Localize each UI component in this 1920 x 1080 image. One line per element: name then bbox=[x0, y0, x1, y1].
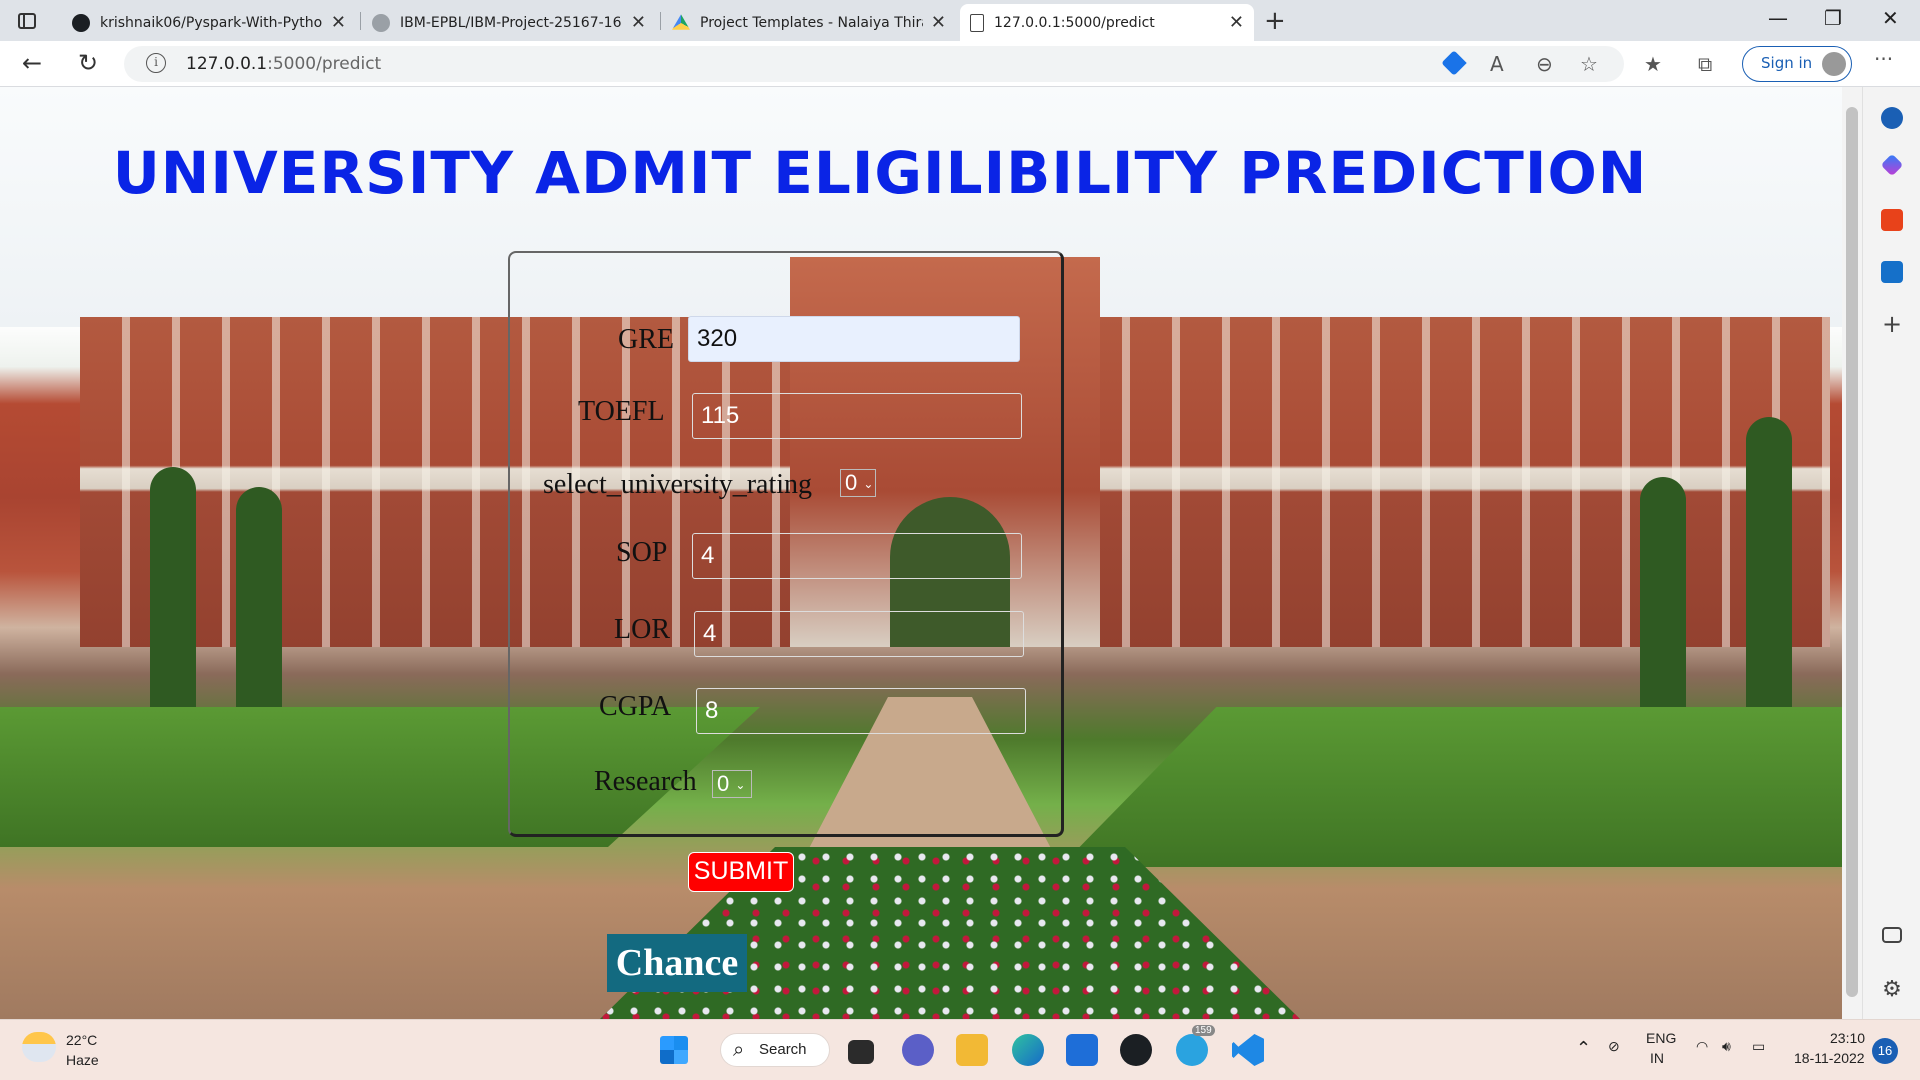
tab-project-templates[interactable]: Project Templates - Nalaiya Thira ✕ bbox=[662, 4, 956, 41]
tab-predict[interactable]: 127.0.0.1:5000/predict ✕ bbox=[960, 4, 1254, 41]
url-host: 127.0.0.1 bbox=[186, 54, 268, 74]
copilot-icon[interactable] bbox=[1880, 153, 1904, 177]
research-label: Research bbox=[594, 766, 697, 797]
chevron-down-icon: ⌄ bbox=[735, 778, 746, 793]
research-select[interactable]: 0 ⌄ bbox=[712, 770, 752, 798]
university-rating-select[interactable]: 0 ⌄ bbox=[840, 469, 876, 497]
weather-icon[interactable] bbox=[22, 1032, 56, 1062]
add-favorite-icon[interactable]: ☆ bbox=[1580, 52, 1598, 76]
clock-time[interactable]: 23:10 bbox=[1830, 1030, 1865, 1046]
page-content: UNIVERSITY ADMIT ELIGILIBILITY PREDICTIO… bbox=[0, 87, 1842, 1019]
address-bar: ← ↻ i 127.0.0.1:5000/predict A ⊖ ☆ ★ ⧉ S… bbox=[0, 41, 1920, 87]
github-desktop-icon[interactable] bbox=[1120, 1034, 1152, 1066]
research-value: 0 bbox=[717, 771, 730, 796]
tab-title: IBM-EPBL/IBM-Project-25167-16 bbox=[400, 14, 622, 31]
close-icon[interactable]: ✕ bbox=[331, 12, 346, 33]
edge-sidebar: + ⚙ bbox=[1862, 87, 1920, 1019]
url-text: 127.0.0.1:5000/predict bbox=[186, 54, 381, 74]
google-drive-icon bbox=[672, 14, 690, 30]
close-icon[interactable]: ✕ bbox=[1229, 12, 1244, 33]
prediction-result: Chance bbox=[607, 934, 747, 992]
url-field[interactable]: i 127.0.0.1:5000/predict bbox=[124, 46, 1624, 82]
github-icon bbox=[372, 13, 390, 32]
tab-title: 127.0.0.1:5000/predict bbox=[994, 14, 1155, 31]
avatar bbox=[1822, 52, 1846, 76]
scrollbar-thumb[interactable] bbox=[1846, 107, 1858, 997]
read-aloud-icon[interactable]: A bbox=[1490, 52, 1504, 76]
new-tab-icon[interactable]: + bbox=[1264, 6, 1286, 36]
add-icon[interactable]: + bbox=[1881, 312, 1903, 336]
cgpa-label: CGPA bbox=[599, 691, 672, 722]
outlook-icon[interactable] bbox=[1881, 261, 1903, 283]
submit-button[interactable]: SUBMIT bbox=[688, 852, 794, 892]
taskbar: 22°C Haze Search 159 ⌃ ⊘ ENG IN ◠ 🔊︎ ▭ 2… bbox=[0, 1019, 1920, 1080]
tab-title: Project Templates - Nalaiya Thira bbox=[700, 14, 923, 31]
document-icon bbox=[970, 13, 984, 32]
language-label[interactable]: ENG bbox=[1646, 1030, 1676, 1046]
sign-in-button[interactable]: Sign in bbox=[1742, 46, 1852, 82]
search-icon[interactable] bbox=[1881, 107, 1903, 129]
tab-bar: krishnaik06/Pyspark-With-Pytho ✕ IBM-EPB… bbox=[0, 0, 1920, 41]
maximize-icon[interactable]: ❐ bbox=[1824, 6, 1842, 30]
toefl-label: TOEFL bbox=[578, 396, 665, 427]
url-path: :5000/predict bbox=[267, 54, 382, 74]
close-icon[interactable]: ✕ bbox=[931, 12, 946, 33]
refresh-icon[interactable]: ↻ bbox=[78, 49, 98, 77]
site-info-icon[interactable]: i bbox=[146, 53, 166, 73]
edge-icon[interactable] bbox=[1012, 1034, 1044, 1066]
network-warning-icon[interactable]: ⊘ bbox=[1608, 1038, 1620, 1055]
zoom-out-icon[interactable]: ⊖ bbox=[1536, 52, 1553, 76]
cgpa-input[interactable]: 8 bbox=[696, 688, 1026, 734]
telegram-badge: 159 bbox=[1192, 1025, 1215, 1036]
lor-label: LOR bbox=[614, 614, 670, 645]
gre-input[interactable]: 320 bbox=[688, 316, 1020, 362]
tab-actions-icon[interactable] bbox=[14, 9, 40, 33]
vscode-icon[interactable] bbox=[1232, 1034, 1264, 1066]
office-icon[interactable] bbox=[1881, 209, 1903, 231]
sop-input[interactable]: 4 bbox=[692, 533, 1022, 579]
task-view-icon[interactable] bbox=[848, 1040, 874, 1064]
favorites-icon[interactable]: ★ bbox=[1644, 52, 1662, 76]
tab-separator bbox=[660, 12, 661, 30]
gre-label: GRE bbox=[618, 324, 674, 355]
chat-icon[interactable] bbox=[902, 1034, 934, 1066]
minimize-icon[interactable]: — bbox=[1768, 6, 1788, 30]
more-icon[interactable]: ··· bbox=[1874, 47, 1893, 71]
region-label[interactable]: IN bbox=[1650, 1050, 1664, 1066]
lor-input[interactable]: 4 bbox=[694, 611, 1024, 657]
tab-title: krishnaik06/Pyspark-With-Pytho bbox=[100, 14, 323, 31]
battery-icon[interactable]: ▭ bbox=[1752, 1038, 1765, 1055]
toefl-input[interactable]: 115 bbox=[692, 393, 1022, 439]
chevron-down-icon: ⌄ bbox=[863, 477, 874, 492]
windows-start-icon[interactable] bbox=[660, 1036, 688, 1064]
university-rating-label: select_university_rating bbox=[543, 469, 813, 500]
telegram-icon[interactable] bbox=[1176, 1034, 1208, 1066]
store-icon[interactable] bbox=[1066, 1034, 1098, 1066]
collections-icon[interactable]: ⧉ bbox=[1698, 52, 1712, 76]
page-title: UNIVERSITY ADMIT ELIGILIBILITY PREDICTIO… bbox=[112, 139, 1648, 207]
weather-condition: Haze bbox=[66, 1052, 99, 1068]
tab-ibm-project[interactable]: IBM-EPBL/IBM-Project-25167-16 ✕ bbox=[362, 4, 656, 41]
sop-label: SOP bbox=[616, 537, 668, 568]
notification-badge[interactable]: 16 bbox=[1872, 1038, 1898, 1064]
wifi-icon[interactable]: ◠ bbox=[1696, 1038, 1708, 1055]
taskbar-search[interactable]: Search bbox=[720, 1033, 830, 1067]
sign-in-label: Sign in bbox=[1761, 54, 1813, 72]
file-explorer-icon[interactable] bbox=[956, 1034, 988, 1066]
tab-separator bbox=[360, 12, 361, 30]
volume-icon[interactable]: 🔊︎ bbox=[1722, 1038, 1731, 1055]
page-scrollbar[interactable] bbox=[1842, 87, 1862, 1019]
clock-date[interactable]: 18-11-2022 bbox=[1794, 1050, 1865, 1066]
sidebar-toggle-icon[interactable] bbox=[1882, 927, 1902, 943]
settings-gear-icon[interactable]: ⚙ bbox=[1881, 979, 1903, 1001]
github-icon bbox=[72, 13, 90, 32]
back-arrow-icon[interactable]: ← bbox=[22, 49, 42, 77]
weather-temperature: 22°C bbox=[66, 1032, 98, 1048]
tab-pyspark[interactable]: krishnaik06/Pyspark-With-Pytho ✕ bbox=[62, 4, 356, 41]
close-icon[interactable]: ✕ bbox=[631, 12, 646, 33]
background-lawn-right bbox=[1060, 707, 1842, 867]
university-rating-value: 0 bbox=[845, 470, 858, 495]
chevron-up-icon[interactable]: ⌃ bbox=[1576, 1038, 1591, 1059]
close-window-icon[interactable]: ✕ bbox=[1882, 6, 1899, 30]
